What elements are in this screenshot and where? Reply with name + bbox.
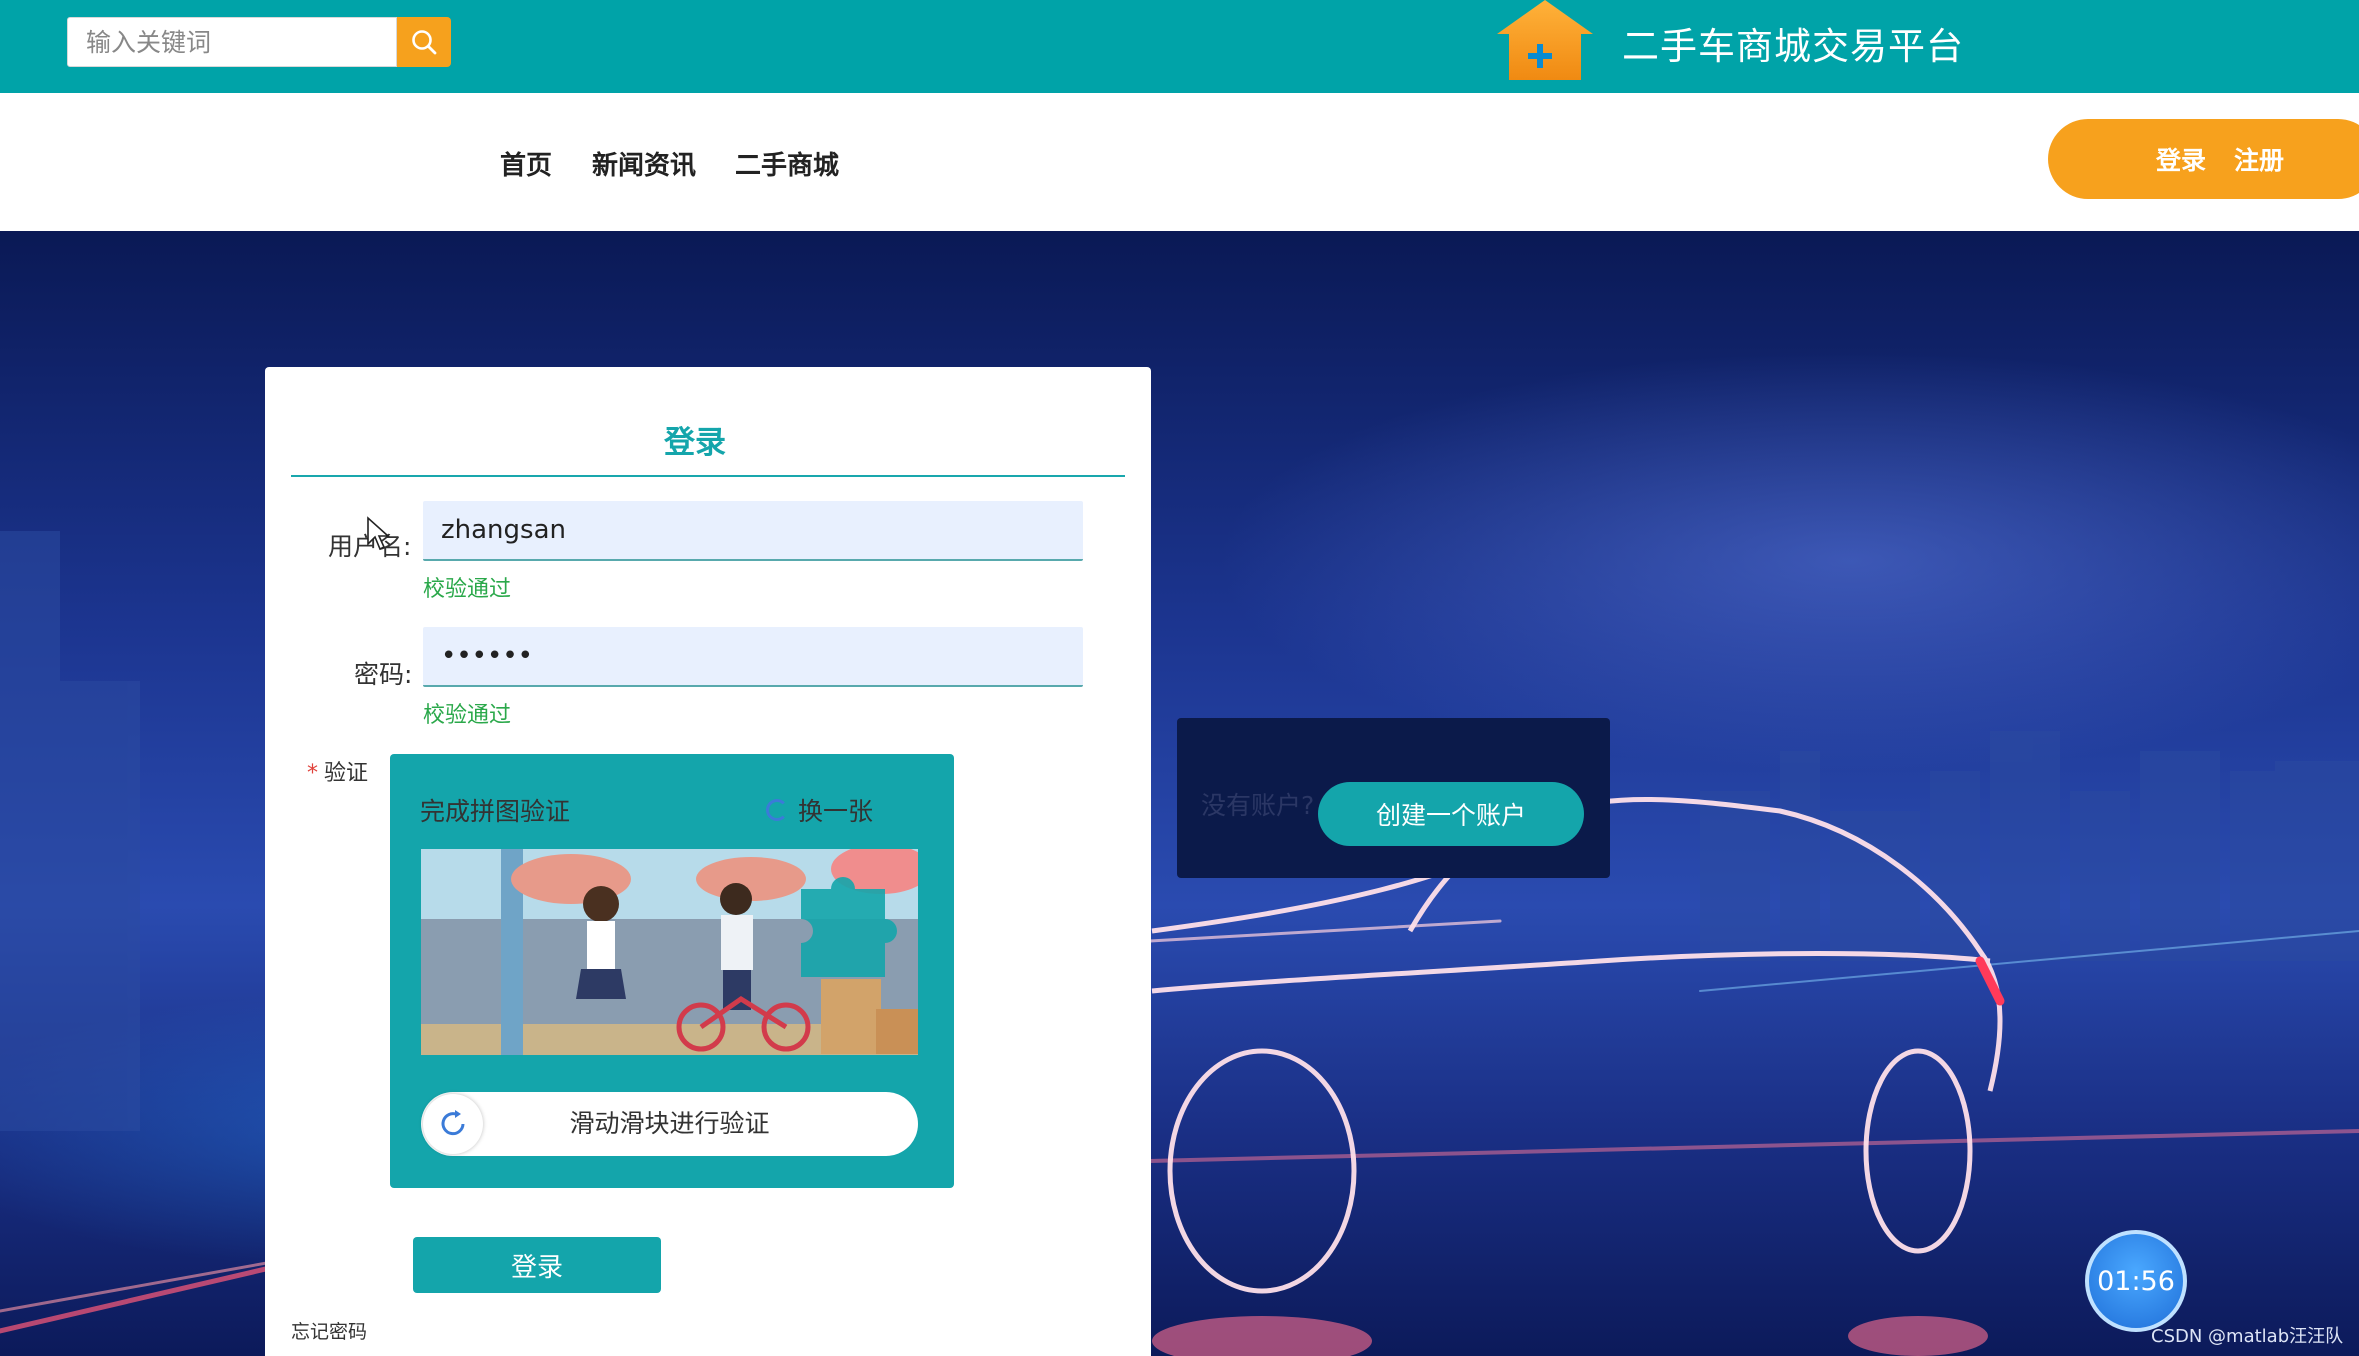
captcha-title: 完成拼图验证 [420,797,571,826]
nav-item-news[interactable]: 新闻资讯 [592,145,696,182]
required-star: * [307,761,318,786]
search-icon [412,30,437,55]
captcha-refresh-label: 换一张 [798,797,874,826]
password-valid-text: 校验通过 [423,703,512,728]
captcha-puzzle-image [421,849,918,1055]
captcha-slider-handle[interactable] [423,1094,483,1154]
nav-item-home[interactable]: 首页 [500,145,552,182]
no-account-text: 没有账户? [1201,791,1315,820]
login-link[interactable]: 登录 [2156,141,2206,177]
register-box: 没有账户? 创建一个账户 [1177,718,1610,878]
login-card: 登录 用户名: 校验通过 密码: 校验通过 *验证 完成拼图验证 换一张 [265,367,1151,1356]
search-button[interactable] [397,17,451,67]
nav-item-mall[interactable]: 二手商城 [735,145,839,182]
forgot-password-link[interactable]: 忘记密码 [291,1317,367,1344]
login-submit-button[interactable]: 登录 [413,1237,661,1293]
register-link[interactable]: 注册 [2234,141,2284,177]
verify-label: * 验证 [307,755,368,787]
create-account-button[interactable]: 创建一个账户 [1318,782,1584,846]
captcha-panel: 完成拼图验证 换一张 滑动滑块进行验证 [390,754,954,1188]
username-field[interactable] [423,501,1083,559]
refresh-icon [766,799,788,821]
mouse-cursor-icon [367,516,391,551]
puzzle-illustration [421,849,918,1055]
password-label: 密码: [354,660,413,689]
search-box[interactable] [67,17,397,67]
username-valid-text: 校验通过 [423,577,512,602]
captcha-refresh-button[interactable]: 换一张 [766,792,873,828]
slider-hint: 滑动滑块进行验证 [569,1109,770,1138]
house-plus-logo [1497,0,1593,80]
title-divider [291,475,1125,477]
top-bar: 二手车商城交易平台 [0,0,2359,93]
site-title: 二手车商城交易平台 [1622,25,1964,68]
verify-label-text: 验证 [324,761,369,786]
password-field[interactable] [423,627,1083,685]
captcha-slider-track[interactable]: 滑动滑块进行验证 [421,1092,918,1156]
username-field-wrap[interactable] [423,501,1083,561]
password-field-wrap[interactable] [423,627,1083,687]
search-input[interactable] [68,18,396,66]
recording-timer: 01:56 [2085,1230,2187,1332]
nav-bar: 首页 新闻资讯 二手商城 登录 注册 [0,93,2359,231]
rotate-arrow-icon [441,1110,465,1136]
login-title: 登录 [664,425,726,461]
csdn-watermark: CSDN @matlab汪汪队 [2151,1326,2344,1347]
auth-pill: 登录 注册 [2048,119,2359,199]
